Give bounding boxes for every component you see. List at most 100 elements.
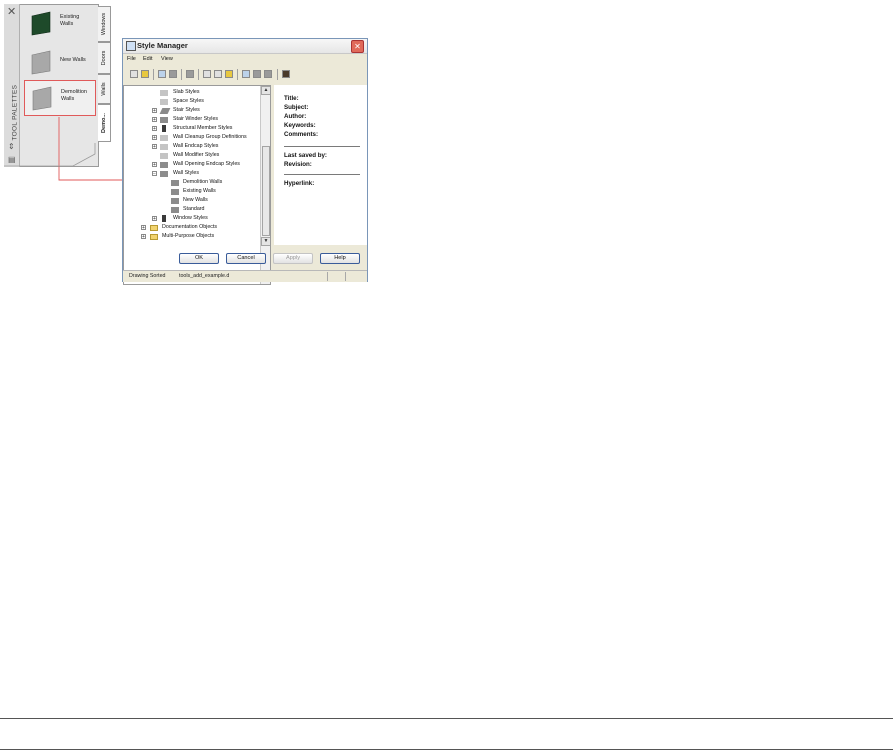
tool-label: Existing Walls bbox=[60, 14, 80, 27]
status-separator bbox=[327, 272, 328, 281]
window-titlebar[interactable]: Style Manager ✕ bbox=[123, 39, 367, 54]
tool-existing-walls[interactable]: Existing Walls bbox=[24, 6, 94, 40]
page-rule-bottom bbox=[0, 749, 893, 750]
wall-style-icon bbox=[171, 207, 179, 213]
scroll-down-icon[interactable]: ▼ bbox=[261, 237, 270, 246]
wall-cleanup-icon bbox=[160, 135, 168, 141]
expand-icon[interactable]: + bbox=[152, 162, 157, 168]
divider bbox=[284, 174, 360, 175]
apply-button[interactable]: Apply bbox=[273, 253, 313, 264]
expand-icon[interactable]: + bbox=[152, 216, 157, 222]
prop-author: Author: bbox=[284, 113, 307, 120]
toolbar-separator bbox=[277, 69, 278, 80]
tool-new-walls[interactable]: New Walls bbox=[24, 45, 94, 79]
new-style-icon[interactable] bbox=[186, 70, 194, 78]
style-type-dropdown-icon[interactable] bbox=[264, 70, 272, 78]
style-manager-icon bbox=[126, 41, 136, 51]
toolbar-separator bbox=[198, 69, 199, 80]
stair-winder-icon bbox=[160, 117, 168, 123]
filter-icon[interactable] bbox=[253, 70, 261, 78]
window-styles-icon bbox=[162, 215, 166, 222]
properties-panel: Title: Subject: Author: Keywords: Commen… bbox=[274, 85, 367, 245]
toolbar-separator bbox=[237, 69, 238, 80]
prop-last-saved-by: Last saved by: bbox=[284, 152, 327, 159]
toggle-view-icon[interactable] bbox=[242, 70, 250, 78]
new-drawing-icon[interactable] bbox=[130, 70, 138, 78]
palette-titlebar[interactable]: ✕ TOOL PALETTES ⇕ ▤ bbox=[4, 4, 20, 167]
toolbar-separator bbox=[153, 69, 154, 80]
wall-style-icon bbox=[171, 180, 179, 186]
toolbar bbox=[125, 69, 365, 81]
wall-opening-endcap-icon bbox=[160, 162, 168, 168]
expand-icon[interactable]: + bbox=[152, 108, 157, 114]
menu-edit[interactable]: Edit bbox=[143, 56, 152, 62]
prop-title: Title: bbox=[284, 95, 299, 102]
tab-windows[interactable]: Windows bbox=[98, 6, 111, 42]
toolbar-separator bbox=[181, 69, 182, 80]
expand-icon[interactable]: + bbox=[152, 117, 157, 123]
window-title: Style Manager bbox=[137, 41, 188, 50]
folder-icon bbox=[150, 234, 158, 240]
prop-subject: Subject: bbox=[284, 104, 309, 111]
existing-walls-icon bbox=[31, 11, 51, 36]
tab-demo[interactable]: Demo... bbox=[98, 104, 111, 142]
divider bbox=[284, 146, 360, 147]
paste-icon[interactable] bbox=[169, 70, 177, 78]
wall-endcap-icon bbox=[160, 144, 168, 150]
copy-icon[interactable] bbox=[158, 70, 166, 78]
wall-styles-icon bbox=[160, 171, 168, 177]
tool-demolition-walls[interactable]: Demolition Walls bbox=[24, 80, 96, 116]
menu-view[interactable]: View bbox=[161, 56, 173, 62]
prop-comments: Comments: bbox=[284, 131, 319, 138]
wall-style-icon bbox=[171, 189, 179, 195]
page-rule-top bbox=[0, 718, 893, 719]
new-walls-icon bbox=[31, 50, 51, 75]
status-file: tools_add_example.d bbox=[179, 273, 230, 279]
tool-label: New Walls bbox=[60, 57, 86, 63]
properties-icon[interactable]: ⇕ bbox=[8, 142, 15, 151]
tool-palette: ✕ TOOL PALETTES ⇕ ▤ Existing Walls New W… bbox=[4, 4, 114, 167]
wall-modifier-icon bbox=[160, 153, 168, 159]
help-button[interactable]: Help bbox=[320, 253, 360, 264]
stair-icon bbox=[159, 108, 171, 114]
demolition-walls-icon bbox=[32, 86, 52, 111]
prop-keywords: Keywords: bbox=[284, 122, 316, 129]
cancel-button[interactable]: Cancel bbox=[226, 253, 266, 264]
close-icon[interactable]: ✕ bbox=[7, 6, 16, 18]
palette-title: TOOL PALETTES bbox=[11, 84, 19, 141]
edit-style-icon[interactable] bbox=[214, 70, 222, 78]
warning-icon[interactable] bbox=[225, 70, 233, 78]
structural-member-icon bbox=[162, 125, 166, 132]
folder-icon bbox=[150, 225, 158, 231]
slab-icon bbox=[160, 90, 168, 96]
tool-label: Demolition Walls bbox=[61, 89, 87, 102]
style-manager-window: Style Manager ✕ File Edit View Slab Styl… bbox=[122, 38, 368, 285]
tab-walls[interactable]: Walls bbox=[98, 74, 111, 104]
menu-bar: File Edit View bbox=[123, 54, 367, 64]
open-drawing-icon[interactable] bbox=[141, 70, 149, 78]
close-button[interactable]: ✕ bbox=[351, 40, 364, 53]
collapse-icon[interactable]: − bbox=[152, 171, 157, 177]
tab-doors[interactable]: Doors bbox=[98, 42, 111, 74]
space-icon bbox=[160, 99, 168, 105]
status-mode: Drawing Sorted bbox=[129, 273, 166, 279]
expand-icon[interactable]: + bbox=[152, 135, 157, 141]
expand-icon[interactable]: + bbox=[152, 144, 157, 150]
menu-file[interactable]: File bbox=[127, 56, 136, 62]
status-bar: Drawing Sorted tools_add_example.d bbox=[123, 270, 367, 282]
prop-hyperlink: Hyperlink: bbox=[284, 180, 315, 187]
scroll-thumb[interactable] bbox=[262, 146, 270, 236]
ok-button[interactable]: OK bbox=[179, 253, 219, 264]
expand-icon[interactable]: + bbox=[141, 234, 146, 240]
prop-revision: Revision: bbox=[284, 161, 312, 168]
expand-icon[interactable]: + bbox=[141, 225, 146, 231]
purge-icon[interactable] bbox=[203, 70, 211, 78]
status-separator bbox=[345, 272, 346, 281]
inspect-icon[interactable] bbox=[282, 70, 290, 78]
palette-tabs: Windows Doors Walls Demo... bbox=[98, 4, 112, 152]
expand-icon[interactable]: + bbox=[152, 126, 157, 132]
wall-style-icon bbox=[171, 198, 179, 204]
button-bar: OK Cancel Apply Help bbox=[123, 250, 367, 266]
scroll-up-icon[interactable]: ▲ bbox=[261, 86, 270, 95]
menu-icon[interactable]: ▤ bbox=[8, 155, 16, 164]
